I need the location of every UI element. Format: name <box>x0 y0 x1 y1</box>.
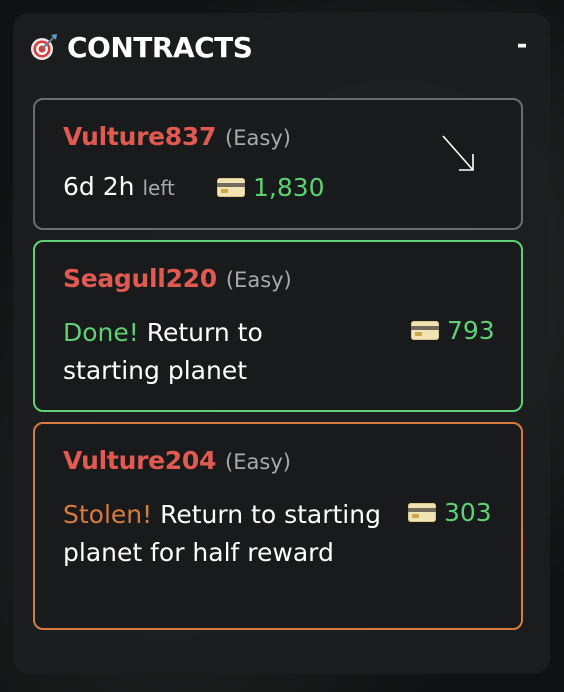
contract-difficulty: (Easy) <box>225 450 291 474</box>
credit-card-icon <box>411 321 439 340</box>
contract-target-name: Vulture204 <box>63 446 217 475</box>
time-value: 6d 2h <box>63 172 135 201</box>
contract-reward: 303 <box>408 498 492 527</box>
contract-difficulty: (Easy) <box>225 126 291 150</box>
status-label-stolen: Stolen! <box>63 500 153 529</box>
contract-status: Done! Return to starting planet <box>63 314 343 390</box>
contract-reward: 1,830 <box>217 173 325 202</box>
contract-difficulty: (Easy) <box>225 268 292 292</box>
panel-title: CONTRACTS <box>67 30 253 64</box>
time-suffix: left <box>142 176 175 200</box>
collapse-button[interactable]: - <box>511 32 533 58</box>
contract-target-name: Seagull220 <box>63 264 217 293</box>
contract-card-vulture837[interactable]: Vulture837 (Easy) 6d 2h left 1,830 <box>33 98 523 230</box>
target-icon <box>29 32 59 62</box>
status-label-done: Done! <box>63 318 139 347</box>
contract-reward: 793 <box>411 316 495 345</box>
contract-name-row: Seagull220 (Easy) <box>63 264 292 293</box>
contract-card-seagull220[interactable]: Seagull220 (Easy) Done! Return to starti… <box>33 240 523 412</box>
contract-card-vulture204[interactable]: Vulture204 (Easy) Stolen! Return to star… <box>33 422 523 630</box>
contract-name-row: Vulture204 (Easy) <box>63 446 291 475</box>
panel-header: CONTRACTS - <box>29 29 529 65</box>
contract-name-row: Vulture837 (Easy) <box>63 122 291 151</box>
contracts-panel: CONTRACTS - Vulture837 (Easy) 6d 2h left… <box>13 13 550 674</box>
time-remaining: 6d 2h left <box>63 172 175 201</box>
reward-amount: 793 <box>447 316 495 345</box>
credit-card-icon <box>217 178 245 197</box>
credit-card-icon <box>408 503 436 522</box>
contract-status: Stolen! Return to starting planet for ha… <box>63 496 383 572</box>
reward-amount: 1,830 <box>253 173 325 202</box>
arrow-down-right-icon <box>439 132 479 176</box>
contract-target-name: Vulture837 <box>63 122 217 151</box>
reward-amount: 303 <box>444 498 492 527</box>
